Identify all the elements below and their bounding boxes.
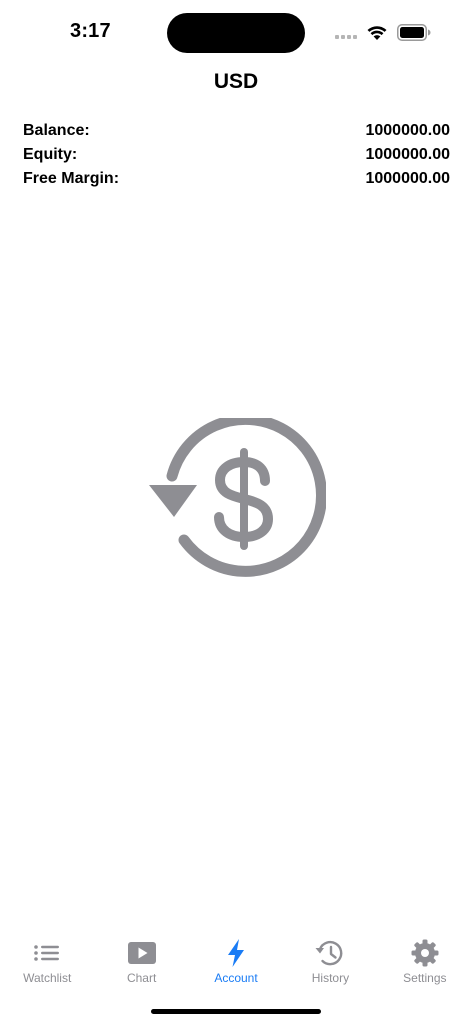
tab-history[interactable]: History (283, 932, 377, 992)
balance-label: Balance: (23, 122, 90, 139)
cellular-signal-icon (335, 35, 357, 39)
list-icon (34, 945, 60, 961)
tab-chart-label: Chart (126, 971, 157, 985)
tab-account-label: Account (214, 971, 258, 985)
page-title: USD (213, 70, 259, 93)
equity-row: Equity: 1000000.00 (23, 143, 450, 167)
home-indicator (151, 1009, 321, 1014)
equity-label: Equity: (23, 146, 78, 163)
dollar-refresh-icon (149, 418, 326, 577)
balance-value: 1000000.00 (365, 122, 450, 139)
account-info-list: Balance: 1000000.00 Equity: 1000000.00 F… (23, 119, 450, 191)
play-icon (127, 942, 156, 964)
dynamic-island (167, 13, 305, 53)
tab-account[interactable]: Account (189, 932, 283, 992)
status-bar: 3:17 (0, 0, 472, 64)
tab-bar: Watchlist Chart Account History Settings (0, 932, 472, 992)
bolt-icon (228, 939, 245, 967)
tab-settings-label: Settings (403, 971, 447, 985)
equity-value: 1000000.00 (365, 146, 450, 163)
tab-watchlist[interactable]: Watchlist (0, 932, 94, 992)
balance-row: Balance: 1000000.00 (23, 119, 450, 143)
free-margin-label: Free Margin: (23, 170, 120, 187)
battery-icon (397, 24, 431, 41)
status-time: 3:17 (70, 20, 111, 42)
tab-settings[interactable]: Settings (378, 932, 472, 992)
tab-watchlist-label: Watchlist (23, 971, 72, 985)
gear-icon (411, 939, 439, 967)
tab-history-label: History (311, 971, 350, 985)
tab-chart[interactable]: Chart (94, 932, 188, 992)
free-margin-row: Free Margin: 1000000.00 (23, 167, 450, 191)
history-icon (315, 940, 343, 966)
free-margin-value: 1000000.00 (365, 170, 450, 187)
wifi-icon (367, 26, 387, 40)
